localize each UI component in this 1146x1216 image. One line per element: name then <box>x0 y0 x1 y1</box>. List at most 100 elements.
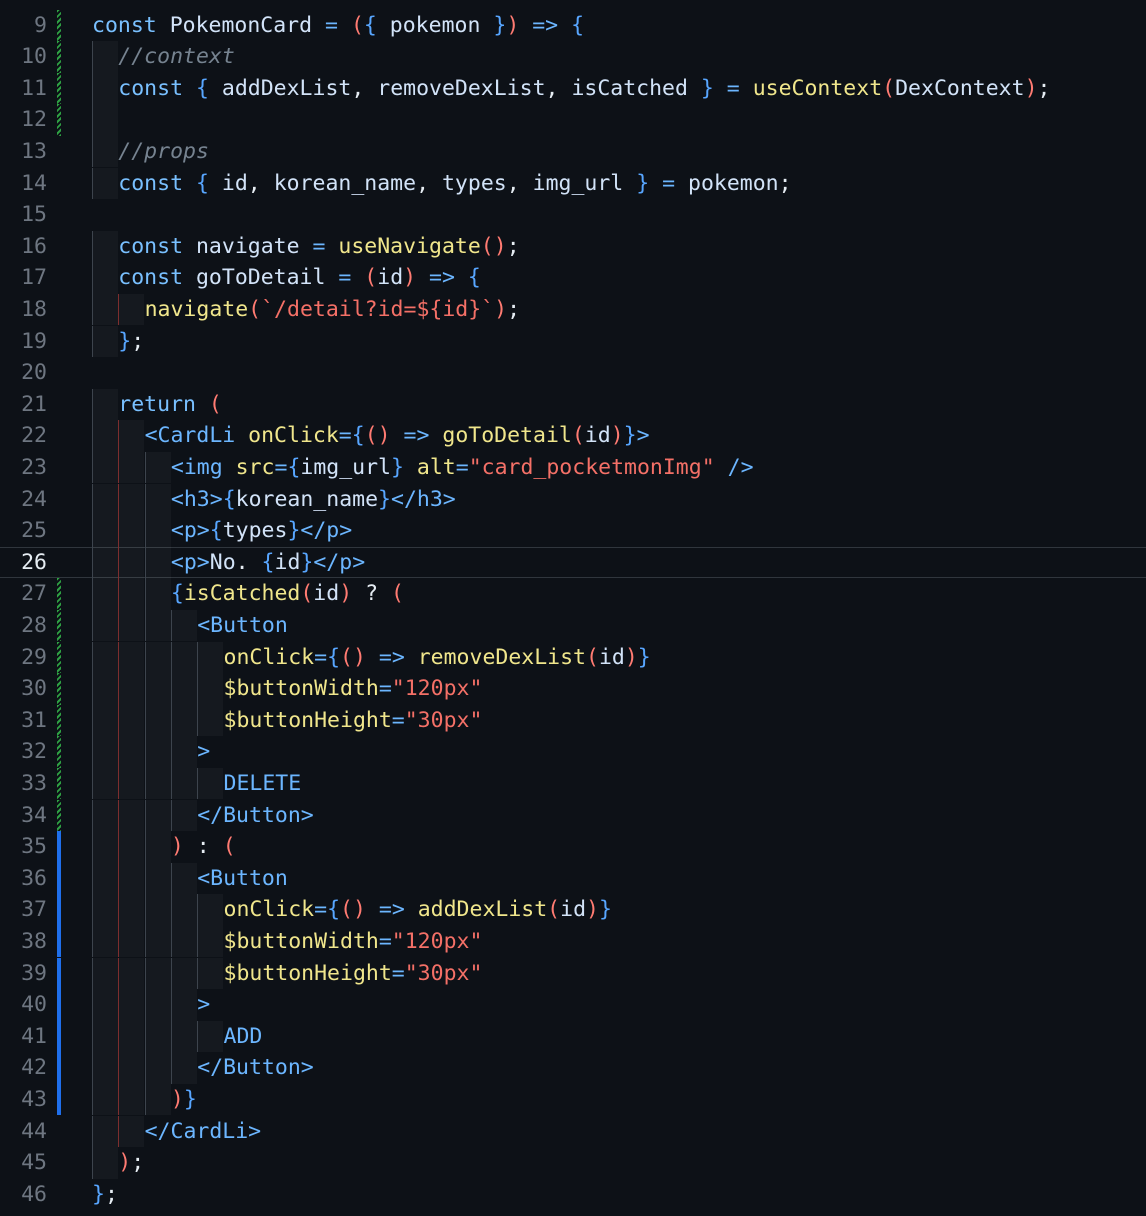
line-number[interactable]: 41 <box>0 1021 47 1053</box>
code-line-34[interactable]: 34 </Button> <box>0 799 1146 832</box>
line-number[interactable]: 46 <box>0 1179 47 1211</box>
line-number[interactable]: 44 <box>0 1116 47 1148</box>
code-line-20[interactable]: 20 <box>0 357 1146 389</box>
line-number[interactable]: 42 <box>0 1052 47 1084</box>
code-line-16[interactable]: 16 const navigate = useNavigate(); <box>0 230 1146 263</box>
code-line-21[interactable]: 21 return ( <box>0 388 1146 421</box>
line-number[interactable]: 34 <box>0 800 47 832</box>
line-number[interactable]: 28 <box>0 610 47 642</box>
code-line-31[interactable]: 31 $buttonHeight="30px" <box>0 704 1146 737</box>
code-line-40[interactable]: 40 > <box>0 989 1146 1021</box>
code-line-23[interactable]: 23 <img src={img_url} alt="card_pocketmon… <box>0 451 1146 484</box>
code-line-38[interactable]: 38 $buttonWidth="120px" <box>0 925 1146 958</box>
git-added-marker[interactable] <box>57 1020 61 1053</box>
line-number[interactable]: 17 <box>0 262 47 294</box>
line-number[interactable]: 18 <box>0 294 47 326</box>
line-number[interactable]: 11 <box>0 73 47 105</box>
line-number[interactable]: 29 <box>0 642 47 674</box>
code-line-27[interactable]: 27 {isCatched(id) ? ( <box>0 578 1146 610</box>
line-number[interactable]: 16 <box>0 231 47 263</box>
line-number[interactable]: 14 <box>0 168 47 200</box>
line-number[interactable]: 45 <box>0 1147 47 1179</box>
line-number[interactable]: 20 <box>0 357 47 389</box>
code-line-19[interactable]: 19}; <box>0 325 1146 358</box>
git-added-marker[interactable] <box>57 1083 61 1116</box>
git-added-marker[interactable] <box>57 1052 61 1084</box>
line-number[interactable]: 32 <box>0 736 47 768</box>
line-number[interactable]: 27 <box>0 578 47 610</box>
git-modified-marker[interactable] <box>57 736 61 768</box>
indent-guide <box>92 515 118 547</box>
line-number[interactable]: 13 <box>0 136 47 168</box>
code-line-30[interactable]: 30 $buttonWidth="120px" <box>0 673 1146 705</box>
line-number[interactable]: 43 <box>0 1084 47 1116</box>
line-number[interactable]: 10 <box>0 41 47 73</box>
line-number[interactable]: 12 <box>0 104 47 136</box>
git-modified-marker[interactable] <box>57 609 61 642</box>
line-number[interactable]: 15 <box>0 199 47 231</box>
git-modified-marker[interactable] <box>57 767 61 800</box>
git-modified-marker[interactable] <box>57 641 61 674</box>
line-number[interactable]: 40 <box>0 989 47 1021</box>
line-number[interactable]: 25 <box>0 515 47 547</box>
git-added-marker[interactable] <box>57 925 61 958</box>
code-line-28[interactable]: 28 <Button <box>0 609 1146 642</box>
code-line-37[interactable]: 37 onClick={() => addDexList(id)} <box>0 894 1146 926</box>
git-modified-marker[interactable] <box>57 704 61 737</box>
code-line-41[interactable]: 41 ADD <box>0 1020 1146 1053</box>
git-modified-marker[interactable] <box>57 9 61 42</box>
line-number[interactable]: 24 <box>0 484 47 516</box>
code-line-44[interactable]: 44 </CardLi> <box>0 1115 1146 1148</box>
code-line-36[interactable]: 36 <Button <box>0 862 1146 895</box>
code-line-45[interactable]: 45); <box>0 1147 1146 1179</box>
line-number[interactable]: 31 <box>0 705 47 737</box>
code-line-18[interactable]: 18 navigate(`/detail?id=${id}`); <box>0 293 1146 326</box>
git-modified-marker[interactable] <box>57 578 61 610</box>
line-number[interactable]: 37 <box>0 894 47 926</box>
code-line-35[interactable]: 35) : ( <box>0 831 1146 863</box>
code-line-17[interactable]: 17 const goToDetail = (id) => { <box>0 262 1146 294</box>
code-line-9[interactable]: 9 const PokemonCard = ({ pokemon }) => { <box>0 9 1146 42</box>
code-line-29[interactable]: 29 onClick={() => removeDexList(id)} <box>0 641 1146 674</box>
code-line-42[interactable]: 42 </Button> <box>0 1052 1146 1084</box>
code-line-32[interactable]: 32 > <box>0 736 1146 768</box>
git-modified-marker[interactable] <box>57 799 61 832</box>
line-number[interactable]: 23 <box>0 452 47 484</box>
code-line-10[interactable]: 10 //context <box>0 41 1146 73</box>
code-line-26[interactable]: 26 <p>No. {id}</p> <box>0 546 1146 579</box>
code-line-24[interactable]: 24 <h3>{korean_name}</h3> <box>0 483 1146 516</box>
line-number[interactable]: 21 <box>0 389 47 421</box>
code-editor[interactable]: 9 const PokemonCard = ({ pokemon }) => {1… <box>0 0 1146 1216</box>
line-number[interactable]: 38 <box>0 926 47 958</box>
git-added-marker[interactable] <box>57 862 61 895</box>
code-line-43[interactable]: 43)} <box>0 1083 1146 1116</box>
code-line-39[interactable]: 39 $buttonHeight="30px" <box>0 957 1146 990</box>
git-modified-marker[interactable] <box>57 72 61 105</box>
line-number[interactable]: 33 <box>0 768 47 800</box>
git-modified-marker[interactable] <box>57 104 61 136</box>
code-line-22[interactable]: 22 <CardLi onClick={() => goToDetail(id)}… <box>0 420 1146 452</box>
code-line-33[interactable]: 33 DELETE <box>0 767 1146 800</box>
line-number[interactable]: 39 <box>0 958 47 990</box>
line-number[interactable]: 22 <box>0 420 47 452</box>
line-number[interactable]: 19 <box>0 326 47 358</box>
code-line-14[interactable]: 14 const { id, korean_name, types, img_ur… <box>0 167 1146 200</box>
indent-guide <box>92 388 118 421</box>
git-added-marker[interactable] <box>57 957 61 990</box>
git-added-marker[interactable] <box>57 831 61 863</box>
code-line-12[interactable]: 12 <box>0 104 1146 136</box>
line-number[interactable]: 26 <box>0 547 47 579</box>
code-line-46[interactable]: 46}; <box>0 1179 1146 1211</box>
code-line-11[interactable]: 11 const { addDexList, removeDexList, isC… <box>0 72 1146 105</box>
line-number[interactable]: 36 <box>0 863 47 895</box>
line-number[interactable]: 30 <box>0 673 47 705</box>
code-line-13[interactable]: 13 //props <box>0 135 1146 168</box>
git-added-marker[interactable] <box>57 894 61 926</box>
code-line-25[interactable]: 25 <p>{types}</p> <box>0 515 1146 547</box>
line-number[interactable]: 35 <box>0 831 47 863</box>
git-modified-marker[interactable] <box>57 41 61 73</box>
code-line-15[interactable]: 15 <box>0 199 1146 231</box>
line-number[interactable]: 9 <box>0 10 47 42</box>
git-added-marker[interactable] <box>57 989 61 1021</box>
git-modified-marker[interactable] <box>57 673 61 705</box>
